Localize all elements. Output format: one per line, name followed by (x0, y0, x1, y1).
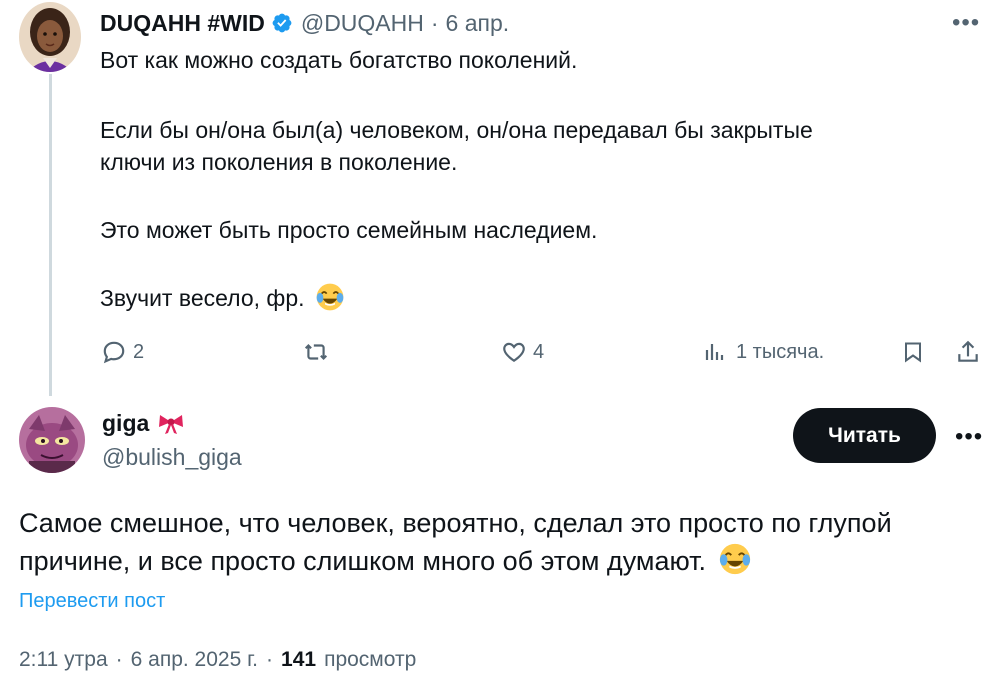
reply-count: 2 (133, 340, 145, 363)
reply-text-line-1: Самое смешное, что человек, вероятно, сд… (19, 508, 892, 538)
tweet-views-label: просмотр (324, 648, 417, 671)
bookmark-button[interactable] (901, 336, 925, 368)
parent-text-line-2: Если бы он/она был(а) человеком, он/она … (100, 117, 813, 143)
reply-text-line-2-text: причине, и все просто слишком много об э… (19, 546, 706, 576)
like-count: 4 (533, 340, 545, 363)
translate-post-link[interactable]: Перевести пост (19, 590, 165, 613)
views-button[interactable]: 1 тысяча. (703, 336, 824, 368)
like-button[interactable]: 4 (501, 336, 544, 368)
views-count: 1 тысяча. (736, 340, 825, 363)
retweet-button[interactable] (302, 336, 330, 368)
tears-of-joy-emoji-icon (316, 283, 344, 311)
tears-of-joy-emoji-icon (719, 543, 750, 575)
retweet-icon (304, 343, 328, 361)
reply-author-name[interactable]: giga (102, 410, 149, 437)
reply-icon (103, 341, 125, 364)
tweet-meta-row: 2:11 утра · 6 апр. 2025 г. · 141 просмот… (19, 648, 416, 672)
reply-author-avatar[interactable] (19, 407, 85, 473)
parent-text-line-4: Это может быть просто семейным наследием… (100, 217, 598, 243)
meta-separator: · (266, 648, 274, 671)
parent-tweet-header: DUQAHH #WID @DUQAHH · 6 апр. (100, 7, 509, 39)
tweet-views-count: 141 (281, 648, 317, 671)
reply-text-line-2: причине, и все просто слишком много об э… (19, 542, 752, 580)
parent-text-line-3: ключи из поколения в поколение. (100, 149, 458, 175)
share-icon (958, 340, 978, 362)
bookmark-icon (905, 342, 921, 363)
parent-text-line-1: Вот как можно создать богатство поколени… (100, 47, 578, 73)
header-separator: · (430, 9, 439, 36)
more-horizontal-icon[interactable]: ••• (955, 425, 983, 449)
reply-button[interactable]: 2 (101, 336, 144, 368)
tweet-time[interactable]: 2:11 утра (19, 648, 108, 672)
reply-author-handle[interactable]: @bulish_giga (102, 444, 242, 471)
parent-text-line-5: Звучит весело, фр. (100, 282, 345, 314)
verified-badge-icon (272, 13, 292, 33)
meta-separator: · (115, 648, 123, 671)
more-horizontal-icon[interactable]: ••• (952, 11, 980, 35)
share-button[interactable] (955, 336, 981, 368)
parent-text-line-5-text: Звучит весело, фр. (100, 285, 305, 311)
parent-author-avatar[interactable] (19, 2, 81, 72)
parent-author-name[interactable]: DUQAHH #WID (100, 10, 265, 37)
follow-button[interactable]: Читать (793, 408, 936, 463)
reply-author-name-row: giga (102, 410, 185, 437)
ribbon-bow-emoji-icon (159, 414, 184, 434)
parent-tweet-date[interactable]: 6 апр. (446, 10, 510, 37)
analytics-bar-icon (705, 344, 724, 360)
parent-author-handle[interactable]: @DUQAHH (301, 10, 424, 37)
heart-icon (503, 342, 525, 362)
tweet-date[interactable]: 6 апр. 2025 г. (131, 648, 258, 672)
thread-connector-line (49, 74, 52, 396)
